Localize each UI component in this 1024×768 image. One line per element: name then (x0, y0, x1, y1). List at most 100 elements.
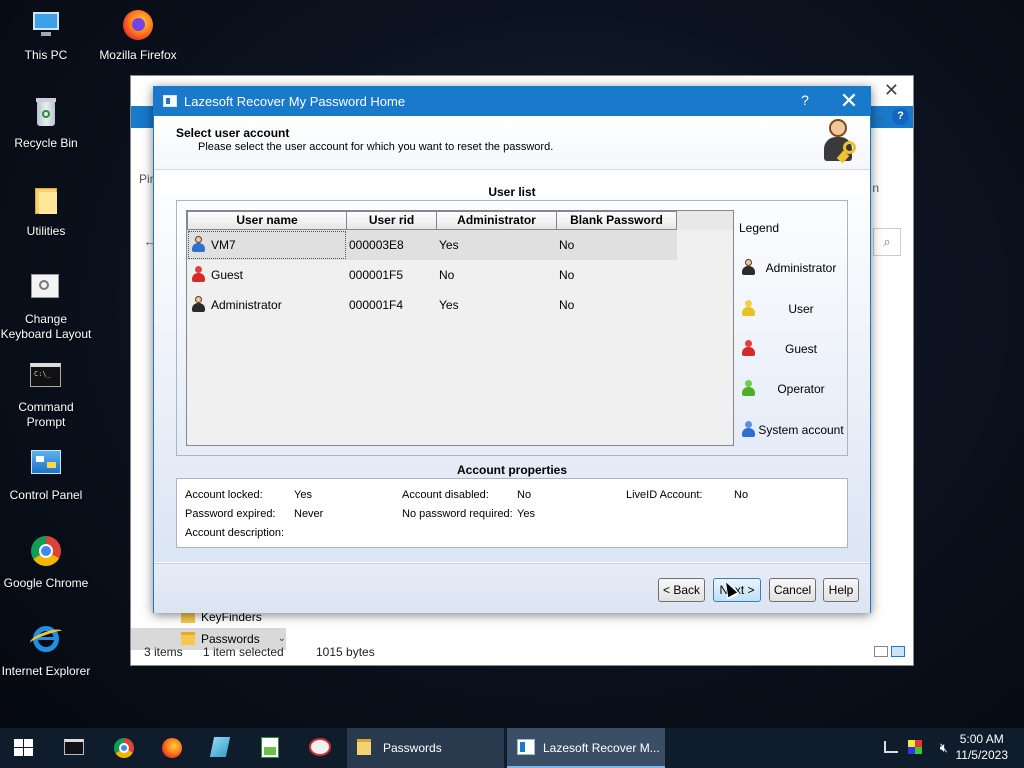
firefox-icon (121, 8, 155, 42)
column-header-user-name[interactable]: User name (187, 211, 347, 230)
command-prompt-icon (64, 739, 84, 755)
cell-administrator: Yes (439, 238, 459, 252)
paint-icon (309, 738, 331, 756)
administrator-user-icon (742, 259, 755, 275)
chrome-icon (29, 536, 63, 570)
table-row[interactable]: Administrator 000001F4 Yes No (187, 290, 677, 320)
user-key-icon (821, 119, 861, 165)
explorer-ribbon-partial: n (872, 181, 879, 195)
keyboard-layout-icon (29, 272, 63, 306)
desktop-icon-firefox[interactable]: Mozilla Firefox (92, 8, 184, 63)
details-view-icon[interactable] (874, 646, 888, 657)
operator-user-icon (742, 380, 755, 396)
spreadsheet-icon (261, 737, 279, 758)
taskbar: Passwords Lazesoft Recover M... 🔇︎ 5:00 … (0, 728, 1024, 768)
folder-icon (29, 184, 63, 218)
dialog-title: Lazesoft Recover My Password Home (184, 94, 406, 109)
wizard-step-subtitle: Please select the user account for which… (198, 141, 554, 153)
chrome-icon (114, 738, 134, 758)
wizard-header: Select user account Please select the us… (154, 116, 870, 170)
desktop-icon-control-panel[interactable]: Control Panel (0, 448, 92, 503)
desktop-icon-recycle-bin[interactable]: Recycle Bin (0, 96, 92, 151)
desktop-icon-this-pc[interactable]: This PC (0, 8, 92, 63)
command-prompt-icon: C:\_ (29, 360, 63, 394)
prop-label-account-disabled: Account disabled: (402, 489, 489, 501)
column-header-blank-password[interactable]: Blank Password (557, 211, 677, 230)
cell-blank-password: No (559, 298, 575, 312)
user-list-title: User list (488, 185, 536, 199)
desktop-icon-internet-explorer[interactable]: Internet Explorer (0, 624, 92, 679)
prop-value-liveid-account: No (734, 489, 749, 501)
account-properties-title: Account properties (456, 463, 567, 477)
desktop-icon-utilities[interactable]: Utilities (0, 184, 92, 239)
column-header-filler (677, 211, 733, 230)
desktop-icon-chrome[interactable]: Google Chrome (0, 536, 92, 591)
prop-label-liveid-account: LiveID Account: (626, 489, 703, 501)
display-color-icon[interactable] (908, 740, 922, 754)
prop-value-no-password-required: Yes (517, 508, 535, 520)
user-icon (742, 300, 755, 316)
taskbar-command-prompt[interactable] (50, 728, 98, 768)
table-row[interactable]: VM7 000003E8 Yes No (187, 230, 677, 260)
wizard-footer: < Back Next > Cancel Help (154, 563, 870, 613)
computer-icon (29, 8, 63, 42)
taskbar-task-lazesoft[interactable]: Lazesoft Recover M... (507, 728, 665, 768)
taskbar-paint[interactable] (296, 728, 344, 768)
ribbon-collapse-icon[interactable]: ︿ (874, 108, 885, 124)
legend-item-guest: Guest (737, 339, 845, 359)
table-row[interactable]: Guest 000001F5 No No (187, 260, 677, 290)
folder-icon (357, 739, 371, 755)
explorer-search-icon[interactable]: ⌕ (873, 228, 901, 256)
cancel-button[interactable]: Cancel (769, 578, 816, 602)
cell-user-rid: 000001F4 (349, 298, 404, 312)
clock-time: 5:00 AM (959, 732, 1004, 746)
taskbar-firefox[interactable] (148, 728, 196, 768)
column-header-user-rid[interactable]: User rid (347, 211, 437, 230)
explorer-help-icon[interactable]: ? (892, 108, 909, 125)
cell-blank-password: No (559, 238, 575, 252)
column-header-administrator[interactable]: Administrator (437, 211, 557, 230)
network-icon[interactable] (884, 741, 898, 753)
large-icons-view-icon[interactable] (891, 646, 905, 657)
guest-user-icon (742, 340, 755, 356)
administrator-user-icon (192, 296, 205, 312)
taskbar-task-passwords[interactable]: Passwords (347, 728, 504, 768)
prop-value-account-disabled: No (517, 489, 532, 501)
taskbar-chrome[interactable] (100, 728, 148, 768)
status-size: 1015 bytes (316, 645, 375, 659)
prop-value-account-locked: Yes (294, 489, 312, 501)
dialog-help-icon[interactable]: ? (795, 92, 815, 108)
user-table[interactable]: User name User rid Administrator Blank P… (186, 210, 734, 446)
cell-user-rid: 000001F5 (349, 268, 404, 282)
dialog-close-icon[interactable]: ✕ (837, 88, 861, 114)
legend-item-user: User (737, 299, 845, 319)
taskbar-clock[interactable]: 5:00 AM 11/5/2023 (956, 731, 1009, 763)
administrator-user-icon (192, 236, 205, 252)
view-toggle (871, 646, 905, 659)
recycle-bin-icon (29, 96, 63, 130)
volume-muted-icon[interactable]: 🔇︎ (940, 740, 948, 756)
back-button[interactable]: < Back (658, 578, 705, 602)
internet-explorer-icon (28, 624, 64, 658)
lazesoft-icon (517, 739, 535, 755)
desktop-icon-keyboard-layout[interactable]: Change Keyboard Layout (0, 272, 92, 342)
desktop: This PC Mozilla Firefox Recycle Bin Util… (0, 0, 1024, 728)
legend-item-system-account: System account (737, 420, 845, 440)
cell-blank-password: No (559, 268, 575, 282)
legend-panel: Legend Administrator User Guest Operator… (737, 210, 845, 446)
explorer-close-icon[interactable]: ✕ (884, 80, 899, 101)
help-button[interactable]: Help (823, 578, 859, 602)
control-panel-icon (29, 448, 63, 482)
taskbar-spreadsheet[interactable] (246, 728, 294, 768)
legend-item-operator: Operator (737, 379, 845, 399)
cell-user-name: Administrator (211, 298, 282, 312)
desktop-icon-command-prompt[interactable]: C:\_ Command Prompt (0, 360, 92, 430)
explorer-status-bar: 3 items 1 item selected 1015 bytes (131, 641, 913, 665)
prop-label-account-locked: Account locked: (185, 489, 263, 501)
taskbar-notepad[interactable] (196, 728, 244, 768)
prop-value-password-expired: Never (294, 508, 324, 520)
firefox-icon (162, 738, 182, 758)
dialog-titlebar[interactable]: Lazesoft Recover My Password Home ? ✕ (154, 87, 870, 116)
start-button[interactable] (0, 728, 48, 768)
prop-label-account-description: Account description: (185, 527, 285, 539)
